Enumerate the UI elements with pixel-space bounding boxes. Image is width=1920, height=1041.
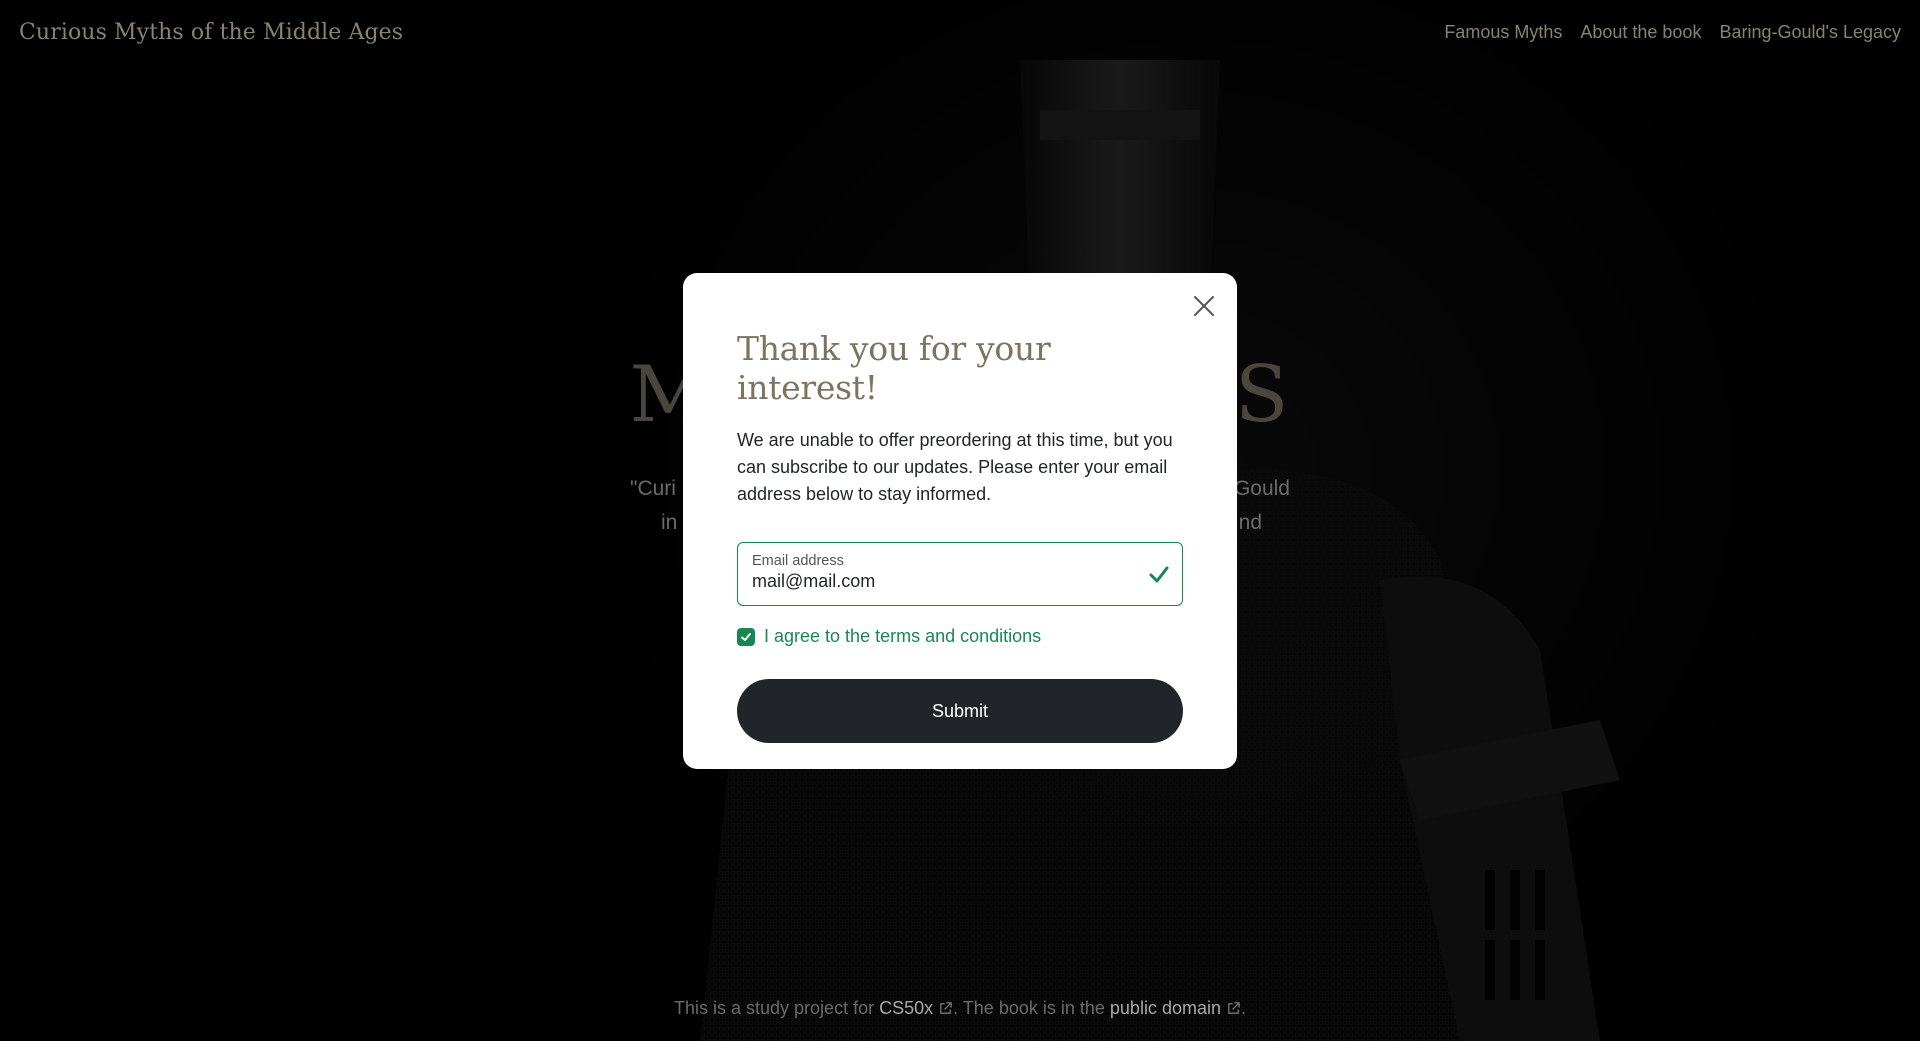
terms-label[interactable]: I agree to the terms and conditions bbox=[764, 626, 1041, 647]
submit-button[interactable]: Submit bbox=[737, 679, 1183, 743]
nav-link-baring-gould-legacy[interactable]: Baring-Gould's Legacy bbox=[1719, 22, 1901, 43]
external-link-icon bbox=[1228, 1002, 1240, 1014]
hero-desc-fragment: nd bbox=[1238, 511, 1262, 534]
footer-link-cs50x-label: CS50x bbox=[879, 998, 934, 1018]
external-link-icon bbox=[940, 1002, 952, 1014]
subscribe-modal: Thank you for your interest! We are unab… bbox=[683, 273, 1237, 769]
hero-desc-fragment: "Curi bbox=[630, 477, 676, 500]
email-input[interactable] bbox=[752, 571, 1132, 592]
footer-prefix: This is a study project for bbox=[674, 998, 875, 1018]
modal-message: We are unable to offer preordering at th… bbox=[737, 430, 1173, 504]
brand-title[interactable]: Curious Myths of the Middle Ages bbox=[19, 20, 403, 45]
nav-link-about-the-book[interactable]: About the book bbox=[1580, 22, 1701, 43]
footer-link-cs50x[interactable]: CS50x bbox=[879, 998, 953, 1018]
checkbox-check-icon bbox=[741, 632, 751, 641]
terms-checkbox-row: I agree to the terms and conditions bbox=[737, 626, 1183, 647]
navbar: Curious Myths of the Middle Ages Famous … bbox=[0, 0, 1920, 64]
footer-link-public-domain[interactable]: public domain bbox=[1110, 998, 1241, 1018]
close-icon bbox=[1194, 296, 1214, 316]
email-label: Email address bbox=[752, 553, 844, 569]
modal-title: Thank you for your interest! bbox=[737, 329, 1051, 407]
email-field[interactable]: Email address bbox=[737, 542, 1183, 606]
hero-title-right: S bbox=[1235, 350, 1291, 440]
footer-middle: . The book is in the bbox=[953, 998, 1105, 1018]
nav-links: Famous Myths About the book Baring-Gould… bbox=[1444, 22, 1901, 43]
footer-suffix: . bbox=[1240, 998, 1246, 1018]
footer-link-public-domain-label: public domain bbox=[1109, 998, 1221, 1018]
footer: This is a study project for CS50x . The b… bbox=[0, 998, 1920, 1019]
hero-desc-fragment: Gould bbox=[1233, 477, 1290, 500]
nav-link-famous-myths[interactable]: Famous Myths bbox=[1444, 22, 1562, 43]
checkmark-icon bbox=[1149, 566, 1169, 583]
terms-checkbox[interactable] bbox=[737, 627, 755, 646]
hero-desc-fragment: in bbox=[661, 511, 678, 534]
close-button[interactable] bbox=[1189, 291, 1219, 321]
